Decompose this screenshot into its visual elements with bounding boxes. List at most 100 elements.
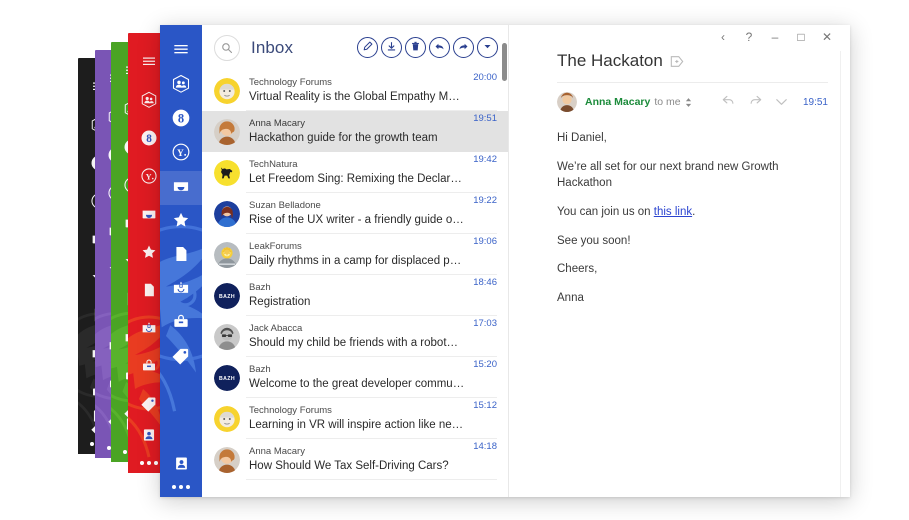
compose-button[interactable] <box>357 37 378 58</box>
google-g-icon: 8 <box>171 108 191 133</box>
more-button[interactable] <box>776 93 787 111</box>
maximize-button[interactable]: □ <box>788 26 814 48</box>
back-button[interactable]: ‹ <box>710 26 736 48</box>
inbox-icon[interactable] <box>136 201 162 227</box>
rail-item-drafts[interactable] <box>160 239 202 273</box>
rail-item-labels[interactable] <box>160 341 202 375</box>
rail-item-contacts[interactable] <box>160 69 202 103</box>
rail-item-list: 8Y <box>160 25 202 497</box>
yahoo-icon[interactable]: Y <box>136 163 162 189</box>
message-list-item[interactable]: Suzan BelladoneRise of the UX writer - a… <box>202 193 508 234</box>
add-label-icon[interactable] <box>670 55 684 68</box>
message-subject: Let Freedom Sing: Remixing the Declarati… <box>249 172 465 186</box>
avatar: BAZH <box>214 283 240 309</box>
rail-item-spam[interactable] <box>160 273 202 307</box>
message-sender: Anna Macary <box>249 446 465 458</box>
message-list-scrollbar[interactable] <box>502 25 507 497</box>
rail-item-account[interactable] <box>173 455 190 477</box>
star-icon <box>171 210 191 235</box>
document-icon <box>171 244 191 269</box>
message-time: 20:00 <box>473 70 497 83</box>
archive-lock-icon[interactable] <box>136 353 162 379</box>
message-list-item[interactable]: Technology ForumsVirtual Reality is the … <box>202 70 508 111</box>
more-dots-icon <box>172 485 190 489</box>
sender-recipients: to me <box>654 96 680 108</box>
avatar: BAZH <box>214 365 240 391</box>
rail-item-inbox[interactable] <box>160 171 202 205</box>
forward-button[interactable] <box>453 37 474 58</box>
svg-text:BAZH: BAZH <box>219 294 235 300</box>
avatar <box>214 78 240 104</box>
forward-button[interactable] <box>749 93 762 111</box>
message-subject: Virtual Reality is the Global Empathy Ma… <box>249 90 465 104</box>
spam-box-icon[interactable] <box>136 315 162 341</box>
minimize-button[interactable]: – <box>762 26 788 48</box>
person-card-icon[interactable] <box>136 422 162 448</box>
hamburger-icon[interactable] <box>136 49 162 75</box>
body-paragraph: Anna <box>557 290 828 307</box>
message-list-item[interactable]: TechNaturaLet Freedom Sing: Remixing the… <box>202 152 508 193</box>
message-list-item[interactable]: Technology ForumsLearning in VR will ins… <box>202 398 508 439</box>
message-list-item[interactable]: BAZHBazhWelcome to the great developer c… <box>202 357 508 398</box>
tags-icon[interactable] <box>136 391 162 417</box>
message-text: Jack AbaccaShould my child be friends wi… <box>249 323 465 350</box>
google-g-icon[interactable]: 8 <box>136 125 162 151</box>
reading-pane: ‹?–□✕ The Hackaton Anna Macary to me 19:… <box>509 25 850 497</box>
message-list-item[interactable]: BAZHBazhRegistration18:46 <box>202 275 508 316</box>
chevron-updown-icon[interactable] <box>685 97 692 108</box>
star-icon[interactable] <box>136 239 162 265</box>
search-icon[interactable] <box>214 35 240 61</box>
rail-item-archive[interactable] <box>160 307 202 341</box>
reading-pane-scrollbar[interactable] <box>840 51 850 497</box>
message-text: Technology ForumsLearning in VR will ins… <box>249 405 465 432</box>
rail-item-yahoo-account[interactable]: Y <box>160 137 202 171</box>
download-icon <box>386 39 397 57</box>
reply-button[interactable] <box>722 93 735 111</box>
document-icon[interactable] <box>136 277 162 303</box>
message-list-item[interactable]: Jack AbaccaShould my child be friends wi… <box>202 316 508 357</box>
delete-button[interactable] <box>405 37 426 58</box>
message-subject: Learning in VR will inspire action like … <box>249 418 465 432</box>
body-link[interactable]: this link <box>654 206 692 218</box>
rail-item-more[interactable] <box>172 485 190 489</box>
chevron-down-icon <box>482 39 493 57</box>
sender-name[interactable]: Anna Macary <box>585 96 650 108</box>
close-button[interactable]: ✕ <box>814 26 840 48</box>
help-button[interactable]: ? <box>736 26 762 48</box>
people-hexagon-icon[interactable] <box>136 87 162 113</box>
svg-text:Y: Y <box>146 172 152 181</box>
reply-button[interactable] <box>429 37 450 58</box>
message-time: 15:12 <box>473 398 497 411</box>
body-paragraph: We’re all set for our next brand new Gro… <box>557 159 828 192</box>
message-sender: Jack Abacca <box>249 323 465 335</box>
sender-row: Anna Macary to me 19:51 <box>557 82 828 112</box>
message-list[interactable]: Technology ForumsVirtual Reality is the … <box>202 70 508 497</box>
svg-text:BAZH: BAZH <box>219 376 235 382</box>
message-text: Anna MacaryHow Should We Tax Self-Drivin… <box>249 446 465 473</box>
message-list-item[interactable]: LeakForumsDaily rhythms in a camp for di… <box>202 234 508 275</box>
message-list-item[interactable]: Anna MacaryHow Should We Tax Self-Drivin… <box>202 439 508 480</box>
message-subject: How Should We Tax Self-Driving Cars? <box>249 459 465 473</box>
message-time: 14:18 <box>473 439 497 452</box>
avatar <box>214 160 240 186</box>
more-button[interactable] <box>477 37 498 58</box>
rail-item-menu[interactable] <box>160 35 202 69</box>
archive-button[interactable] <box>381 37 402 58</box>
message-text: TechNaturaLet Freedom Sing: Remixing the… <box>249 159 465 186</box>
rail-item-google-account[interactable]: 8 <box>160 103 202 137</box>
svg-text:8: 8 <box>146 133 152 145</box>
archive-lock-icon <box>171 312 191 337</box>
message-list-item[interactable]: Anna MacaryHackathon guide for the growt… <box>202 111 508 152</box>
message-text: Suzan BelladoneRise of the UX writer - a… <box>249 200 465 227</box>
message-subject: Should my child be friends with a robot… <box>249 336 465 350</box>
scrollbar-thumb[interactable] <box>502 43 507 81</box>
rail-item-starred[interactable] <box>160 205 202 239</box>
message-text: Anna MacaryHackathon guide for the growt… <box>249 118 465 145</box>
page-title: Inbox <box>251 38 293 58</box>
reader-actions <box>722 93 787 111</box>
reply-arrow-icon <box>722 93 735 111</box>
subject-line: The Hackaton <box>509 49 850 71</box>
body-text: You can join us on <box>557 206 654 218</box>
more-dots-icon[interactable] <box>140 461 158 465</box>
message-time: 19:22 <box>473 193 497 206</box>
